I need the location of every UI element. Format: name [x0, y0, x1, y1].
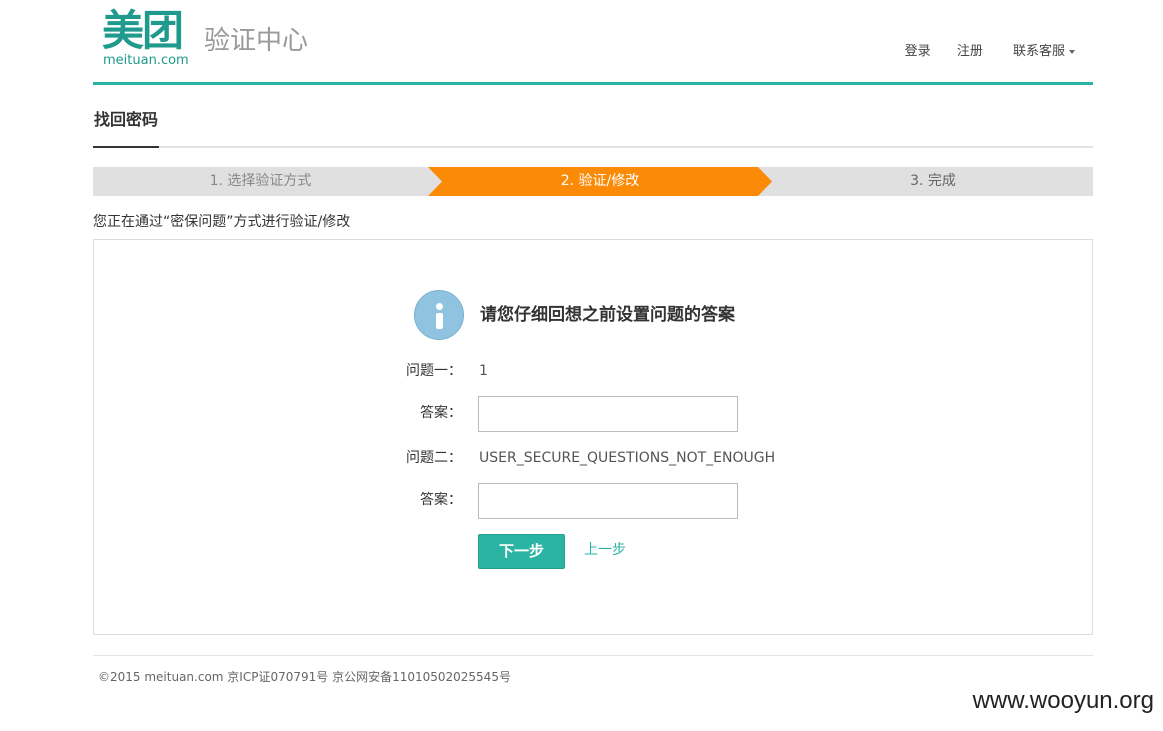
logo-text-cn: 美团 [102, 6, 184, 55]
top-nav: 登录 注册 联系客服 [883, 42, 1075, 62]
page-title: 找回密码 [93, 108, 160, 148]
step-2-active: 2. 验证/修改 [428, 167, 772, 196]
answer1-input[interactable] [478, 396, 738, 432]
step-1: 1. 选择验证方式 [209, 173, 312, 189]
customer-service-label: 联系客服 [1012, 44, 1065, 59]
next-step-button[interactable]: 下一步 [478, 534, 565, 569]
page-heading: 找回密码 [93, 108, 1093, 148]
footer: ©2015 meituan.com 京ICP证070791号 京公网安备1101… [93, 655, 1093, 684]
answer1-label: 答案： [420, 405, 462, 421]
instruction-heading: 请您仔细回想之前设置问题的答案 [480, 305, 735, 325]
logo-domain: meituan.com [103, 53, 189, 68]
previous-step-link[interactable]: 上一步 [584, 540, 626, 560]
progress-steps: 1. 选择验证方式 2. 验证/修改 3. 完成 [93, 167, 1093, 196]
answer2-input[interactable] [478, 483, 738, 519]
watermark: www.wooyun.org [972, 687, 1154, 714]
login-link[interactable]: 登录 [905, 42, 931, 62]
site-header: 美团 meituan.com 验证中心 登录 注册 联系客服 [93, 0, 1093, 85]
verification-panel: 请您仔细回想之前设置问题的答案 问题一： 1 答案： 问题二： USER_SEC… [93, 239, 1093, 635]
question2-label: 问题二： [406, 450, 462, 466]
question2-value: USER_SECURE_QUESTIONS_NOT_ENOUGH [479, 450, 776, 466]
customer-service-dropdown[interactable]: 联系客服 [1013, 42, 1075, 62]
answer2-label: 答案： [420, 492, 462, 508]
site-title: 验证中心 [204, 26, 309, 56]
verification-method-description: 您正在通过“密保问题”方式进行验证/修改 [93, 214, 351, 230]
question1-label: 问题一： [406, 363, 462, 379]
info-icon [414, 290, 464, 340]
question1-value: 1 [479, 363, 488, 379]
register-link[interactable]: 注册 [957, 42, 983, 62]
meituan-logo[interactable]: 美团 meituan.com [102, 6, 194, 70]
step-3: 3. 完成 [910, 173, 956, 189]
footer-copyright: ©2015 meituan.com 京ICP证070791号 京公网安备1101… [98, 670, 511, 684]
caret-down-icon [1069, 49, 1075, 54]
